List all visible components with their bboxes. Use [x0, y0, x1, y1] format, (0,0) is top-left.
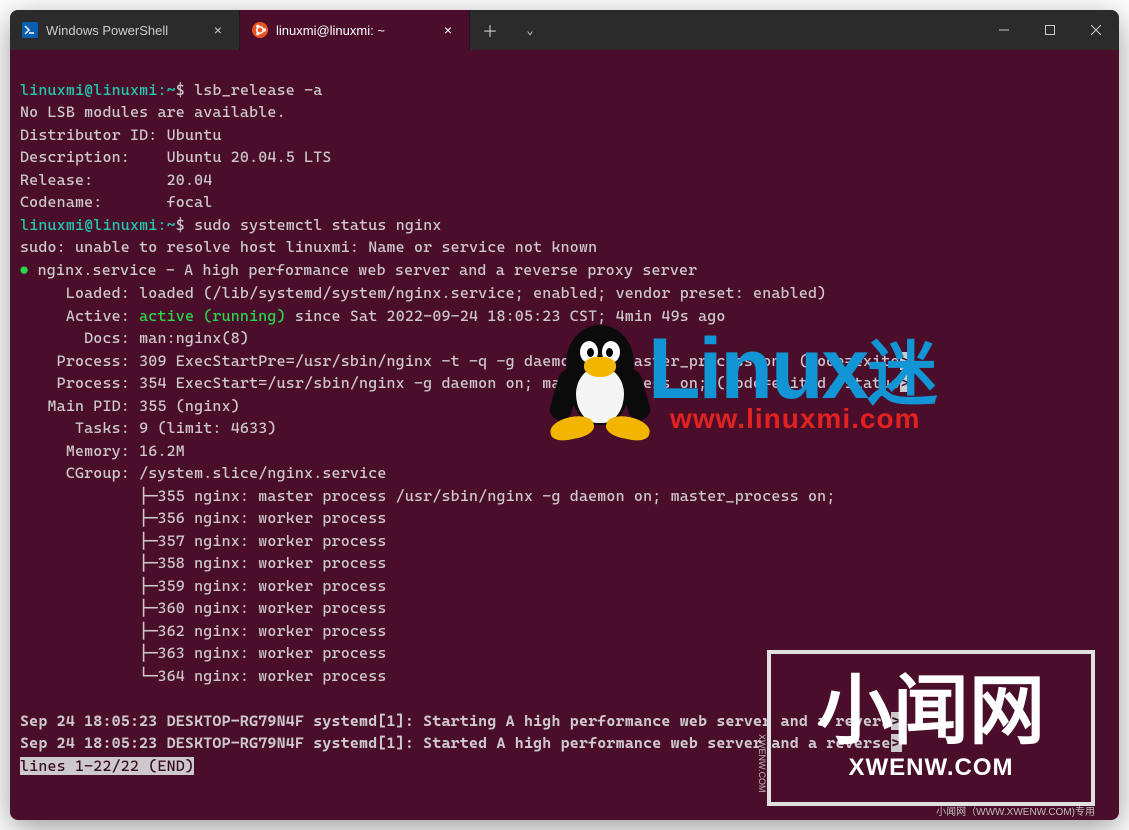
- close-icon[interactable]: ×: [439, 21, 457, 39]
- prompt-symbol: $: [176, 81, 185, 99]
- output-line: Process: 354 ExecStart=/usr/sbin/nginx -…: [20, 374, 911, 392]
- prompt-path: ~: [167, 81, 176, 99]
- terminal-window: Windows PowerShell × linuxmi@linuxmi: ~ …: [10, 10, 1119, 820]
- command-text: lsb_release -a: [194, 81, 322, 99]
- output-line: ├─356 nginx: worker process: [20, 509, 387, 527]
- output-line: ├─358 nginx: worker process: [20, 554, 387, 572]
- tab-dropdown-button[interactable]: ⌄: [510, 10, 550, 50]
- command-text: sudo systemctl status nginx: [194, 216, 441, 234]
- pager-status: lines 1-22/22 (END): [20, 757, 194, 775]
- output-line: sudo: unable to resolve host linuxmi: Na…: [20, 238, 597, 256]
- powershell-icon: [22, 22, 38, 38]
- output-line: Loaded: loaded (/lib/systemd/system/ngin…: [20, 284, 826, 302]
- prompt-path: ~: [167, 216, 176, 234]
- output-line: └─364 nginx: worker process: [20, 667, 387, 685]
- output-line: ├─357 nginx: worker process: [20, 532, 387, 550]
- output-line: Codename: focal: [20, 193, 212, 211]
- output-line: Tasks: 9 (limit: 4633): [20, 419, 277, 437]
- output-line: ├─355 nginx: master process /usr/sbin/ng…: [20, 487, 836, 505]
- output-line: CGroup: /system.slice/nginx.service: [20, 464, 387, 482]
- output-line: nginx.service - A high performance web s…: [38, 261, 698, 279]
- output-line: Process: 309 ExecStartPre=/usr/sbin/ngin…: [20, 352, 911, 370]
- output-line: ├─360 nginx: worker process: [20, 599, 387, 617]
- terminal-output[interactable]: linuxmi@linuxmi:~$ lsb_release -a No LSB…: [10, 50, 1119, 787]
- output-line: Sep 24 18:05:23 DESKTOP-RG79N4F systemd[…: [20, 734, 902, 752]
- output-line: Distributor ID: Ubuntu: [20, 126, 222, 144]
- prompt-user: linuxmi@linuxmi: [20, 216, 157, 234]
- output-line: Memory: 16.2M: [20, 442, 185, 460]
- close-button[interactable]: [1073, 10, 1119, 50]
- output-line: No LSB modules are available.: [20, 103, 286, 121]
- tab-linuxmi[interactable]: linuxmi@linuxmi: ~ ×: [240, 10, 470, 50]
- close-icon[interactable]: ×: [209, 21, 227, 39]
- output-line: Description: Ubuntu 20.04.5 LTS: [20, 148, 332, 166]
- output-line: Active: active (running) since Sat 2022-…: [20, 307, 726, 325]
- minimize-button[interactable]: [981, 10, 1027, 50]
- status-dot-icon: ●: [20, 263, 28, 279]
- output-line: ├─362 nginx: worker process: [20, 622, 387, 640]
- titlebar: Windows PowerShell × linuxmi@linuxmi: ~ …: [10, 10, 1119, 50]
- tab-label: linuxmi@linuxmi: ~: [276, 23, 385, 38]
- active-status: active (running): [139, 307, 286, 325]
- ubuntu-icon: [252, 22, 268, 38]
- output-line: Sep 24 18:05:23 DESKTOP-RG79N4F systemd[…: [20, 712, 902, 730]
- output-line: ├─363 nginx: worker process: [20, 644, 387, 662]
- tab-powershell[interactable]: Windows PowerShell ×: [10, 10, 240, 50]
- window-controls: [981, 10, 1119, 50]
- prompt-symbol: $: [176, 216, 185, 234]
- output-line: ├─359 nginx: worker process: [20, 577, 387, 595]
- tab-label: Windows PowerShell: [46, 23, 168, 38]
- output-line: Release: 20.04: [20, 171, 212, 189]
- prompt-user: linuxmi@linuxmi: [20, 81, 157, 99]
- new-tab-button[interactable]: ＋: [470, 10, 510, 50]
- maximize-button[interactable]: [1027, 10, 1073, 50]
- watermark-footer: 小闻网（WWW.XWENW.COM)专用: [936, 803, 1095, 818]
- output-line: Docs: man:nginx(8): [20, 329, 249, 347]
- output-line: Main PID: 355 (nginx): [20, 397, 240, 415]
